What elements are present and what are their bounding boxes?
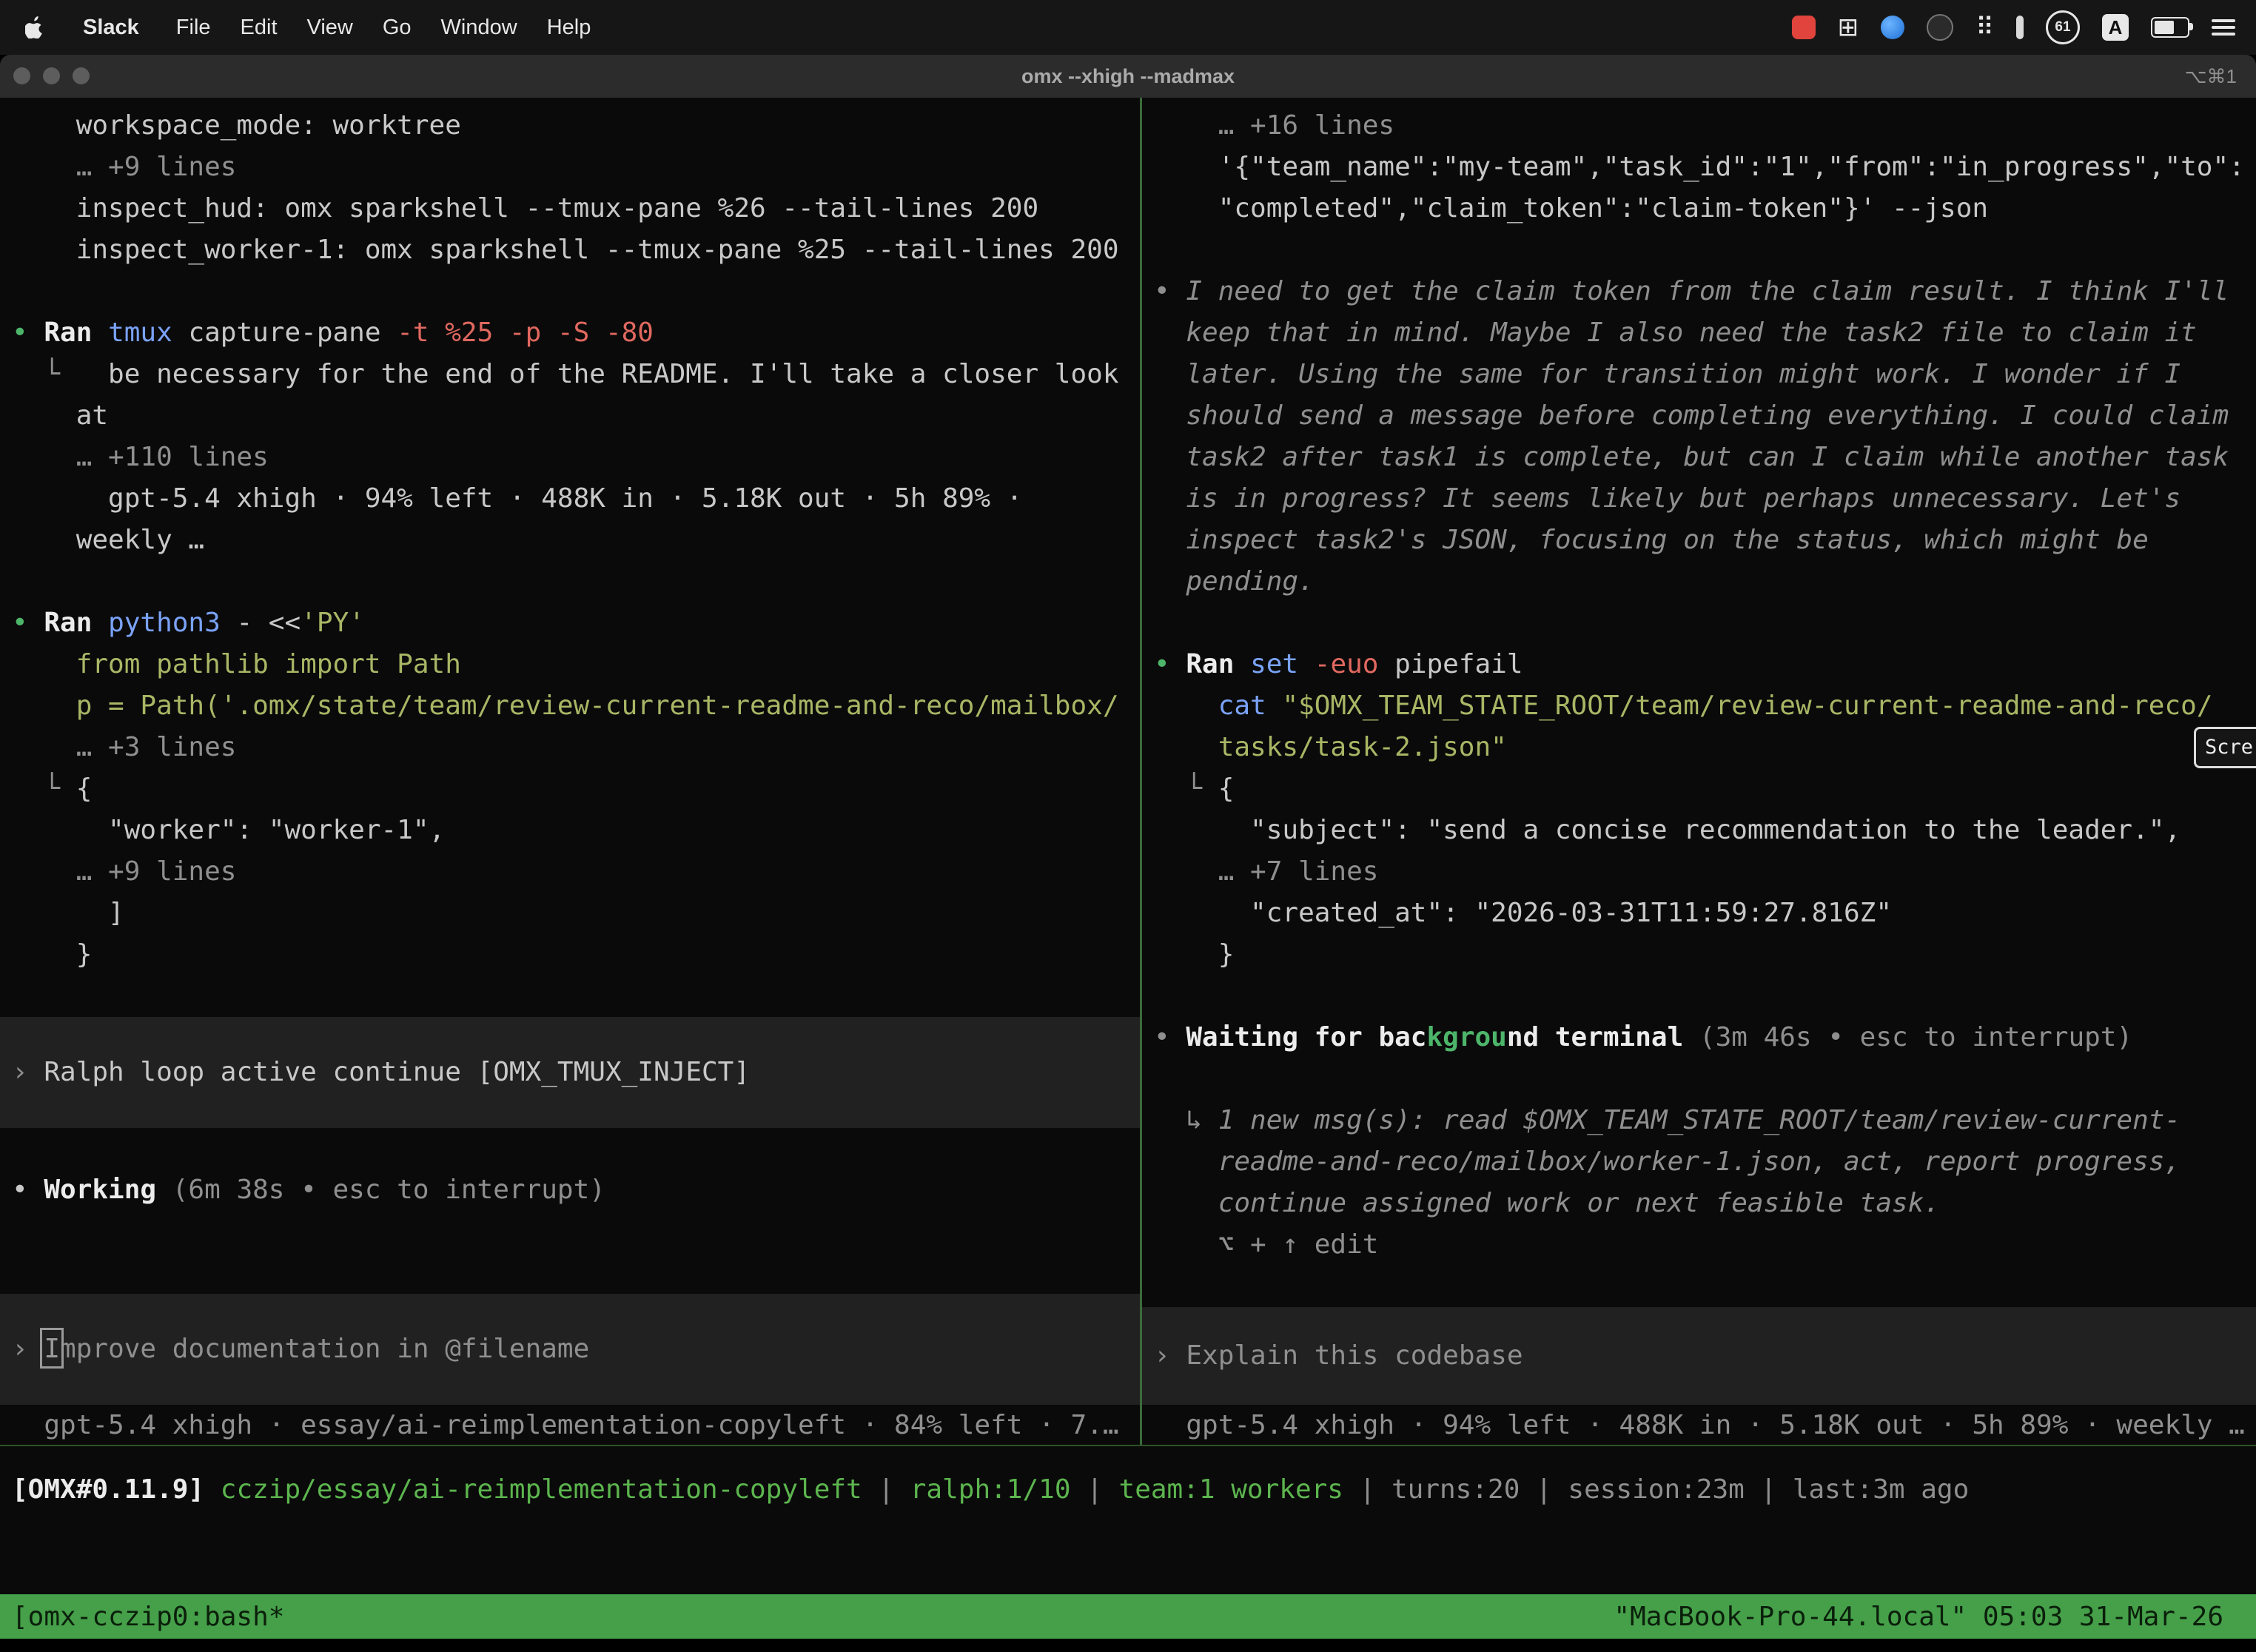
terminal-line: cat "$OMX_TEAM_STATE_ROOT/team/review-cu…: [1154, 685, 2256, 727]
menu-item-go[interactable]: Go: [368, 16, 426, 40]
terminal-line: … +9 lines: [12, 147, 1140, 188]
app-icon-dark[interactable]: [1927, 14, 1953, 41]
terminal-line: • Waiting for background terminal (3m 46…: [1154, 1017, 2256, 1058]
terminal-line: • Ran tmux capture-pane -t %25 -p -S -80: [12, 312, 1140, 354]
terminal-line: keep that in mind. Maybe I also need the…: [1154, 312, 2256, 354]
tmux-host-clock: "MacBook-Pro-44.local" 05:03 31-Mar-26: [1614, 1602, 2223, 1632]
terminal-line: }: [1154, 934, 2256, 976]
terminal-window: workspace_mode: worktree … +9 lines insp…: [0, 98, 2256, 1594]
screen-button[interactable]: Scre: [2194, 727, 2256, 768]
menu-bar-left: Slack FileEditViewGoWindowHelp: [0, 16, 605, 40]
terminal-line: p = Path('.omx/state/team/review-current…: [12, 685, 1140, 727]
terminal-line: [1154, 976, 2256, 1017]
dots-grid-icon[interactable]: ⠿: [1975, 13, 1994, 42]
prompt-row[interactable]: › Explain this codebase: [1142, 1307, 2256, 1405]
terminal-line: }: [12, 934, 1140, 976]
tmux-status-bar: [omx-cczip0:bash* "MacBook-Pro-44.local"…: [0, 1594, 2256, 1639]
terminal-line: [1154, 1058, 2256, 1100]
menu-item-help[interactable]: Help: [532, 16, 606, 40]
window-titlebar[interactable]: omx --xhigh --madmax ⌥⌘1: [0, 55, 2256, 98]
left-pane: workspace_mode: worktree … +9 lines insp…: [0, 98, 1140, 1454]
terminal-line: • Working (6m 38s • esc to interrupt): [12, 1169, 1140, 1211]
battery-fill: [2155, 21, 2174, 34]
terminal-line: └ be necessary for the end of the README…: [12, 354, 1140, 395]
terminal-line: "subject": "send a concise recommendatio…: [1154, 810, 2256, 851]
terminal-line: workspace_mode: worktree: [12, 105, 1140, 147]
terminal-line: [12, 561, 1140, 602]
menu-bar: Slack FileEditViewGoWindowHelp ⊞ ⠿ 61 A: [0, 0, 2256, 55]
terminal-line: '{"team_name":"my-team","task_id":"1","f…: [1154, 147, 2256, 188]
terminal-line: … +16 lines: [1154, 105, 2256, 147]
terminal-line: • I need to get the claim token from the…: [1154, 271, 2256, 312]
input-source-icon[interactable]: A: [2102, 14, 2129, 41]
battery-nub: [2189, 23, 2193, 30]
terminal-line: gpt-5.4 xhigh · essay/ai-reimplementatio…: [12, 1405, 1140, 1446]
terminal-line: [12, 1211, 1140, 1252]
terminal-line: • Ran set -euo pipefail: [1154, 644, 2256, 685]
window-shortcut: ⌥⌘1: [2185, 55, 2237, 98]
terminal-line: [12, 976, 1140, 1017]
terminal-line: gpt-5.4 xhigh · 94% left · 488K in · 5.1…: [12, 478, 1140, 520]
terminal-line: inspect task2's JSON, focusing on the st…: [1154, 520, 2256, 561]
terminal-line: [12, 1252, 1140, 1294]
terminal-line: readme-and-reco/mailbox/worker-1.json, a…: [1154, 1141, 2256, 1183]
menu-app-name[interactable]: Slack: [70, 16, 152, 40]
app-icon-blue[interactable]: [1881, 16, 1904, 39]
battery-icon[interactable]: [2151, 17, 2189, 38]
terminal-line: "worker": "worker-1",: [12, 810, 1140, 851]
terminal-line: should send a message before completing …: [1154, 395, 2256, 437]
terminal-line: • Ran python3 - <<'PY': [12, 602, 1140, 644]
pane-bottom-separator: [0, 1445, 2256, 1446]
terminal-line: [1154, 1266, 2256, 1307]
terminal-line: later. Using the same for transition mig…: [1154, 354, 2256, 395]
terminal-line: [1154, 229, 2256, 271]
terminal-line: └ {: [12, 768, 1140, 810]
menu-lines-icon[interactable]: [2212, 19, 2235, 36]
menu-item-file[interactable]: File: [161, 16, 226, 40]
terminal-line: weekly …: [12, 520, 1140, 561]
terminal-line: task2 after task1 is complete, but can I…: [1154, 437, 2256, 478]
terminal-line: "created_at": "2026-03-31T11:59:27.816Z": [1154, 893, 2256, 934]
terminal-line: [12, 1128, 1140, 1169]
menu-items: FileEditViewGoWindowHelp: [161, 16, 606, 40]
terminal-line: … +9 lines: [12, 851, 1140, 893]
omx-status-line: [OMX#0.11.9] cczip/essay/ai-reimplementa…: [12, 1469, 1969, 1511]
battery-percent-icon[interactable]: 61: [2046, 10, 2080, 44]
apple-menu-icon[interactable]: [25, 16, 44, 38]
right-pane: … +16 lines '{"team_name":"my-team","tas…: [1142, 98, 2256, 1454]
prompt-row[interactable]: › Improve documentation in @filename: [0, 1294, 1140, 1405]
terminal-line: … +7 lines: [1154, 851, 2256, 893]
terminal-line: at: [12, 395, 1140, 437]
menu-item-window[interactable]: Window: [426, 16, 532, 40]
terminal-line: … +110 lines: [12, 437, 1140, 478]
terminal-line: [1154, 602, 2256, 644]
window-title: omx --xhigh --madmax: [0, 55, 2256, 98]
terminal-line: ⌥ + ↑ edit: [1154, 1224, 2256, 1266]
terminal-line: continue assigned work or next feasible …: [1154, 1183, 2256, 1224]
menu-item-edit[interactable]: Edit: [226, 16, 292, 40]
terminal-line: ]: [12, 893, 1140, 934]
terminal-line: pending.: [1154, 561, 2256, 602]
terminal-line: is in progress? It seems likely but perh…: [1154, 478, 2256, 520]
terminal-line: inspect_worker-1: omx sparkshell --tmux-…: [12, 229, 1140, 271]
terminal-line: └ {: [1154, 768, 2256, 810]
prompt-row[interactable]: › Ralph loop active continue [OMX_TMUX_I…: [0, 1017, 1140, 1128]
terminal-line: from pathlib import Path: [12, 644, 1140, 685]
menubar-status-icons: ⊞ ⠿ 61 A: [1792, 10, 2256, 44]
screen-recording-icon[interactable]: [1792, 16, 1816, 39]
screen-grid-icon[interactable]: ⊞: [1838, 13, 1859, 42]
menu-item-view[interactable]: View: [292, 16, 368, 40]
terminal-line: [12, 271, 1140, 312]
slim-status-icon[interactable]: [2016, 16, 2024, 39]
terminal-line: gpt-5.4 xhigh · 94% left · 488K in · 5.1…: [1154, 1405, 2256, 1446]
terminal-line: … +3 lines: [12, 727, 1140, 768]
terminal-line: inspect_hud: omx sparkshell --tmux-pane …: [12, 188, 1140, 229]
terminal-line: tasks/task-2.json": [1154, 727, 2256, 768]
terminal-line: "completed","claim_token":"claim-token"}…: [1154, 188, 2256, 229]
terminal-line: ↳ 1 new msg(s): read $OMX_TEAM_STATE_ROO…: [1154, 1100, 2256, 1141]
tmux-session-label: [omx-cczip0:bash*: [12, 1602, 284, 1632]
